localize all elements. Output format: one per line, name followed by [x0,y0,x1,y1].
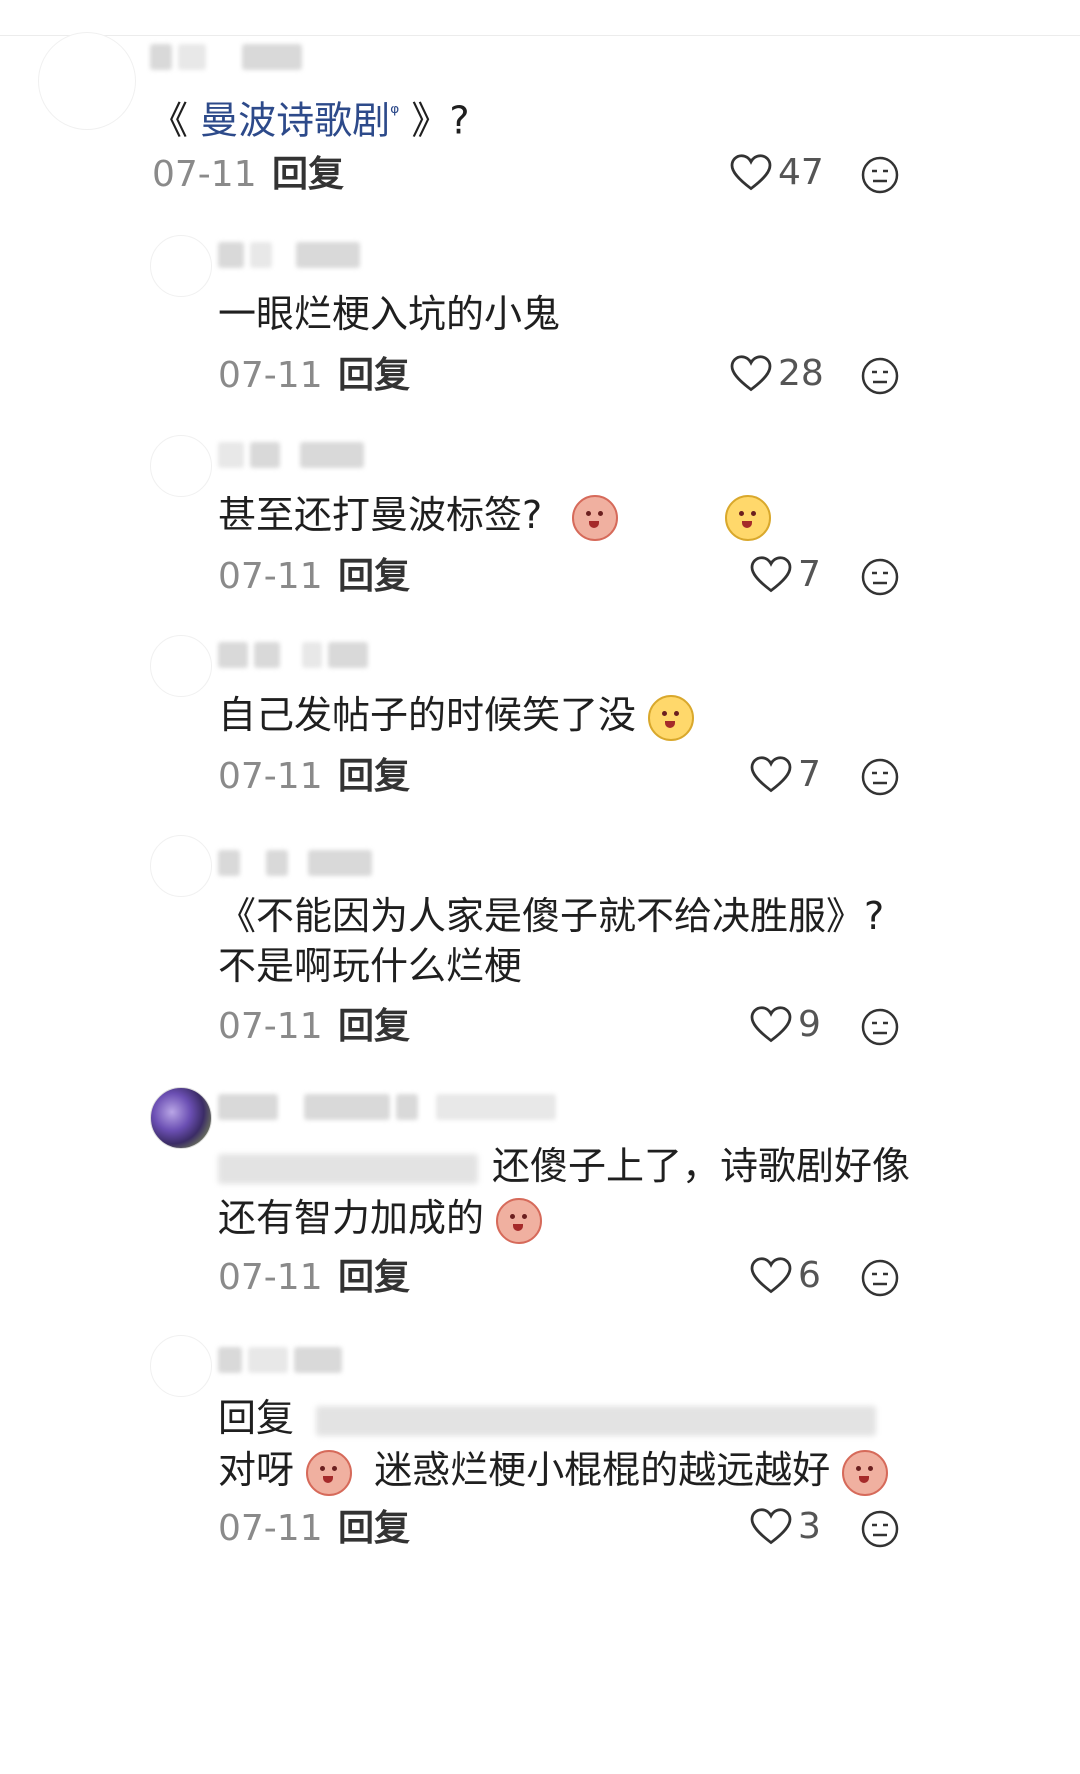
emoji-reaction-icon[interactable] [860,1258,900,1298]
emoji-reaction-icon[interactable] [860,1509,900,1549]
comment-text: 一眼烂梗入坑的小鬼 [218,292,561,336]
username-blurred[interactable] [150,42,302,72]
comment-text: 甚至还打曼波标签? [218,487,772,543]
avatar[interactable] [150,435,212,497]
heart-outline-icon [750,1507,792,1544]
pink-bean-emoji [496,1197,543,1244]
pink-bean-emoji [842,1449,889,1496]
reply-prefix: 回复 [218,1396,295,1440]
avatar[interactable] [150,1087,212,1149]
like-button[interactable]: 47 [730,152,824,193]
username-blurred[interactable] [218,1092,556,1122]
username-blurred[interactable] [218,848,372,878]
comment-date: 07-11 [218,1508,323,1549]
heart-outline-icon [750,1005,792,1042]
comment-date: 07-11 [218,1006,323,1047]
like-count: 47 [778,152,824,193]
comment-text-line1: 回复 [218,1390,877,1446]
heart-outline-icon [750,755,792,792]
like-count: 7 [798,754,821,795]
like-button[interactable]: 3 [750,1506,821,1547]
like-count: 7 [798,554,821,595]
topic-link[interactable]: 曼波诗歌剧 [200,99,390,143]
emoji-reaction-icon[interactable] [860,155,900,195]
reply-button[interactable]: 回复 [338,1258,410,1298]
reply-button[interactable]: 回复 [272,155,344,195]
like-count: 28 [778,353,824,394]
avatar[interactable] [150,1335,212,1397]
emoji-reaction-icon[interactable] [860,557,900,597]
pink-bean-emoji [306,1449,353,1496]
comment-date: 07-11 [218,556,323,597]
mention-blurred[interactable] [218,1153,478,1184]
heart-outline-icon [730,354,772,391]
username-blurred[interactable] [218,1345,342,1375]
heart-outline-icon [730,153,772,190]
comment-text-line2: 不是啊玩什么烂梗 [218,944,523,988]
comment-text: 《 曼波诗歌剧ᵠ 》? [150,98,470,143]
comment-date: 07-11 [218,1257,323,1298]
top-divider [0,35,1080,36]
like-button[interactable]: 7 [750,554,821,595]
like-button[interactable]: 28 [730,353,824,394]
search-icon[interactable]: ᵠ [390,101,399,126]
reply-button[interactable]: 回复 [338,1509,410,1549]
comment-date: 07-11 [218,756,323,797]
like-button[interactable]: 7 [750,754,821,795]
pink-bean-emoji [572,494,619,541]
yellow-bean-emoji [725,494,772,541]
comment-text: 自己发帖子的时候笑了没 [218,687,695,743]
emoji-reaction-icon[interactable] [860,1007,900,1047]
emoji-reaction-icon[interactable] [860,356,900,396]
comment-text-line1: 还傻子上了，诗歌剧好像 [218,1138,910,1194]
reply-button[interactable]: 回复 [338,757,410,797]
reply-button[interactable]: 回复 [338,1007,410,1047]
yellow-bean-emoji [648,694,695,741]
username-blurred[interactable] [218,640,368,670]
like-button[interactable]: 9 [750,1004,821,1045]
avatar[interactable] [150,835,212,897]
comment-text-line2: 对呀 迷惑烂梗小棍棍的越远越好 [218,1442,889,1498]
reply-button[interactable]: 回复 [338,557,410,597]
username-blurred[interactable] [218,440,364,470]
heart-outline-icon [750,555,792,592]
like-button[interactable]: 6 [750,1255,821,1296]
avatar[interactable] [38,32,136,130]
heart-outline-icon [750,1256,792,1293]
comment-text-line1: 《不能因为人家是傻子就不给决胜服》? [218,894,885,938]
comment-date: 07-11 [152,154,257,195]
avatar[interactable] [150,235,212,297]
like-count: 9 [798,1004,821,1045]
avatar[interactable] [150,635,212,697]
mention-blurred[interactable] [316,1405,877,1436]
username-blurred[interactable] [218,240,360,270]
like-count: 3 [798,1506,821,1547]
like-count: 6 [798,1255,821,1296]
reply-button[interactable]: 回复 [338,356,410,396]
comment-date: 07-11 [218,355,323,396]
emoji-reaction-icon[interactable] [860,757,900,797]
comment-text-line2: 还有智力加成的 [218,1190,543,1246]
